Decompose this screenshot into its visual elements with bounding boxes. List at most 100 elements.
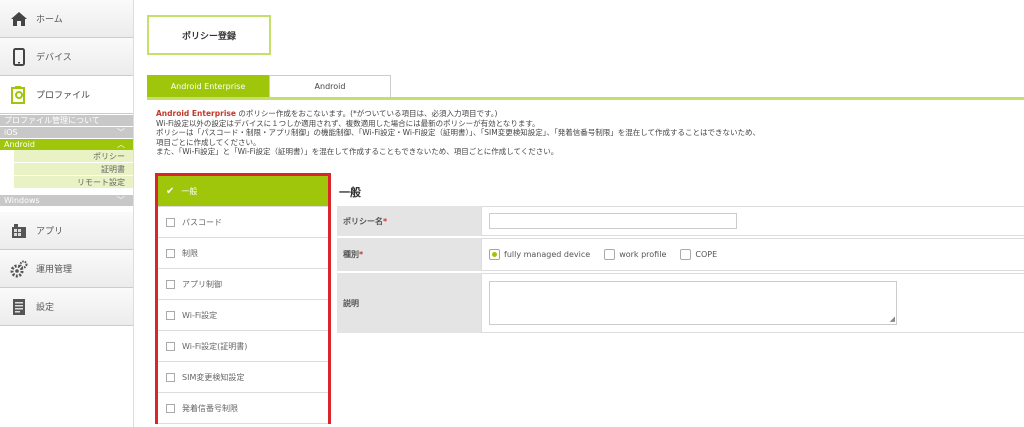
category-label: アプリ制御 [182, 279, 222, 289]
category-label: パスコード [182, 217, 222, 227]
policy-name-input[interactable] [489, 213, 737, 229]
chevron-down-icon: ﹀ [117, 128, 125, 137]
category-label: Wi-Fi設定 [182, 310, 218, 320]
instructions-line-2: Wi-Fi設定以外の設定はデバイスに１つしか適用されず、複数適用した場合には最新… [156, 118, 540, 128]
android-remote-settings[interactable]: リモート設定 [14, 176, 133, 189]
chevron-down-icon: ﹀ [117, 196, 125, 205]
type-option-label: work profile [619, 250, 667, 259]
nav-home[interactable]: ホーム [0, 0, 133, 38]
submenu-windows-label: Windows [4, 196, 40, 205]
apps-icon [10, 222, 28, 240]
nav-apps-label: アプリ [36, 227, 64, 237]
submenu-ios-label: iOS [4, 128, 18, 137]
type-option-label: fully managed device [504, 250, 591, 259]
category-label: Wi-Fi設定(証明書) [182, 341, 248, 351]
type-label: 種別 * [337, 238, 481, 271]
profile-gear-icon [10, 85, 28, 104]
category-passcode[interactable]: パスコード [158, 207, 328, 238]
checkbox-icon [166, 403, 175, 413]
nav-operations[interactable]: 運用管理 [0, 250, 133, 288]
instructions: Android Enterprise のポリシー作成をおこないます。(*がついて… [156, 109, 1016, 157]
checkbox-icon [166, 217, 175, 227]
description-textarea[interactable]: ◢ [489, 281, 897, 325]
category-app-control[interactable]: アプリ制御 [158, 269, 328, 300]
nav-devices-label: デバイス [36, 53, 72, 63]
checkmark-icon: ✔ [166, 185, 175, 197]
nav-profile-label: プロファイル [36, 91, 91, 101]
document-icon [10, 298, 28, 316]
submenu-android-label: Android [4, 140, 35, 149]
submenu-android[interactable]: Android ︿ [0, 139, 133, 150]
tab-android-enterprise[interactable]: Android Enterprise [147, 75, 269, 97]
category-label: SIM変更検知設定 [182, 372, 245, 382]
category-restrictions[interactable]: 制限 [158, 238, 328, 269]
category-wifi[interactable]: Wi-Fi設定 [158, 300, 328, 331]
submenu-windows[interactable]: Windows ﹀ [0, 195, 133, 206]
category-general[interactable]: ✔ 一般 [158, 176, 328, 207]
home-icon [10, 10, 28, 28]
radio-icon [604, 249, 616, 260]
profile-about-label: プロファイル管理について [4, 116, 100, 125]
type-label-text: 種別 [343, 250, 359, 259]
checkbox-icon [166, 279, 175, 289]
type-option-cope[interactable]: COPE [680, 249, 717, 260]
category-label: 発着信番号制限 [182, 403, 238, 413]
category-label: 一般 [181, 186, 198, 196]
instructions-line-1-text: のポリシー作成をおこないます。(*がついている項目は、必須入力項目です。) [235, 109, 498, 118]
type-option-work-profile[interactable]: work profile [604, 249, 666, 260]
profile-about-link[interactable]: プロファイル管理について [0, 115, 133, 126]
brand-name: Android Enterprise [156, 109, 236, 118]
type-option-label: COPE [695, 250, 718, 259]
category-call-restriction[interactable]: 発着信番号制限 [158, 393, 328, 424]
android-certificate[interactable]: 証明書 [14, 163, 133, 176]
nav-apps[interactable]: アプリ [0, 212, 133, 250]
android-policy[interactable]: ポリシー [14, 150, 133, 163]
sidebar: ホーム デバイス プロファイル プロファイル管理について iOS ﹀ Androi… [0, 0, 134, 427]
nav-settings-label: 設定 [36, 303, 55, 313]
nav-home-label: ホーム [36, 15, 63, 25]
category-wifi-certificate[interactable]: Wi-Fi設定(証明書) [158, 331, 328, 362]
gears-icon [10, 260, 28, 278]
type-field: fully managed device work profile COPE [481, 238, 1024, 271]
type-radio-group: fully managed device work profile COPE [489, 249, 731, 260]
tab-android[interactable]: Android [269, 75, 391, 97]
nav-settings[interactable]: 設定 [0, 288, 133, 326]
radio-icon [680, 249, 692, 260]
category-list: ✔ 一般 パスコード 制限 アプリ制御 Wi-Fi設定 Wi-Fi設定(証明書) … [155, 173, 331, 424]
nav-profile[interactable]: プロファイル [0, 76, 133, 114]
category-sim-change[interactable]: SIM変更検知設定 [158, 362, 328, 393]
tab-underline [147, 97, 1024, 100]
description-label: 説明 [337, 273, 481, 333]
page-title: ポリシー登録 [147, 15, 271, 55]
submenu-ios[interactable]: iOS ﹀ [0, 127, 133, 138]
category-label: 制限 [182, 248, 198, 258]
instructions-line-5: また、「Wi-Fi設定」と「Wi-Fi設定（証明書）」を混在して作成することもで… [156, 147, 559, 156]
required-mark: * [359, 250, 364, 259]
policy-name-label: ポリシー名 * [337, 206, 481, 236]
checkbox-icon [166, 310, 175, 320]
smartphone-icon [10, 47, 28, 66]
radio-selected-icon [489, 249, 500, 260]
policy-name-field [481, 206, 1024, 236]
resize-grip-icon[interactable]: ◢ [890, 315, 895, 323]
nav-devices[interactable]: デバイス [0, 38, 133, 76]
instructions-line-1: Android Enterprise のポリシー作成をおこないます。(*がついて… [156, 109, 1016, 119]
policy-form: ポリシー名 * 種別 * fully managed device work pro… [337, 206, 1024, 335]
nav-operations-label: 運用管理 [36, 265, 73, 275]
row-policy-name: ポリシー名 * [337, 206, 1024, 236]
section-title: 一般 [339, 186, 361, 199]
chevron-up-icon: ︿ [117, 140, 125, 149]
tab-bar: Android Enterprise Android [147, 75, 391, 97]
checkbox-icon [166, 372, 175, 382]
type-option-fully-managed[interactable]: fully managed device [489, 249, 590, 260]
required-mark: * [383, 216, 388, 226]
row-description: 説明 ◢ [337, 273, 1024, 333]
policy-name-label-text: ポリシー名 [343, 216, 383, 226]
instructions-line-3: ポリシーは「パスコード・制限・アプリ制御」の機能制御、「Wi-Fi設定・Wi-F… [156, 128, 760, 137]
checkbox-icon [166, 248, 175, 258]
instructions-line-4: 項目ごとに作成してください。 [156, 137, 261, 147]
description-field: ◢ [481, 273, 1024, 333]
main-content: ポリシー登録 Android Enterprise Android Androi… [147, 0, 1024, 427]
checkbox-icon [166, 341, 175, 351]
row-type: 種別 * fully managed device work profile CO… [337, 238, 1024, 271]
